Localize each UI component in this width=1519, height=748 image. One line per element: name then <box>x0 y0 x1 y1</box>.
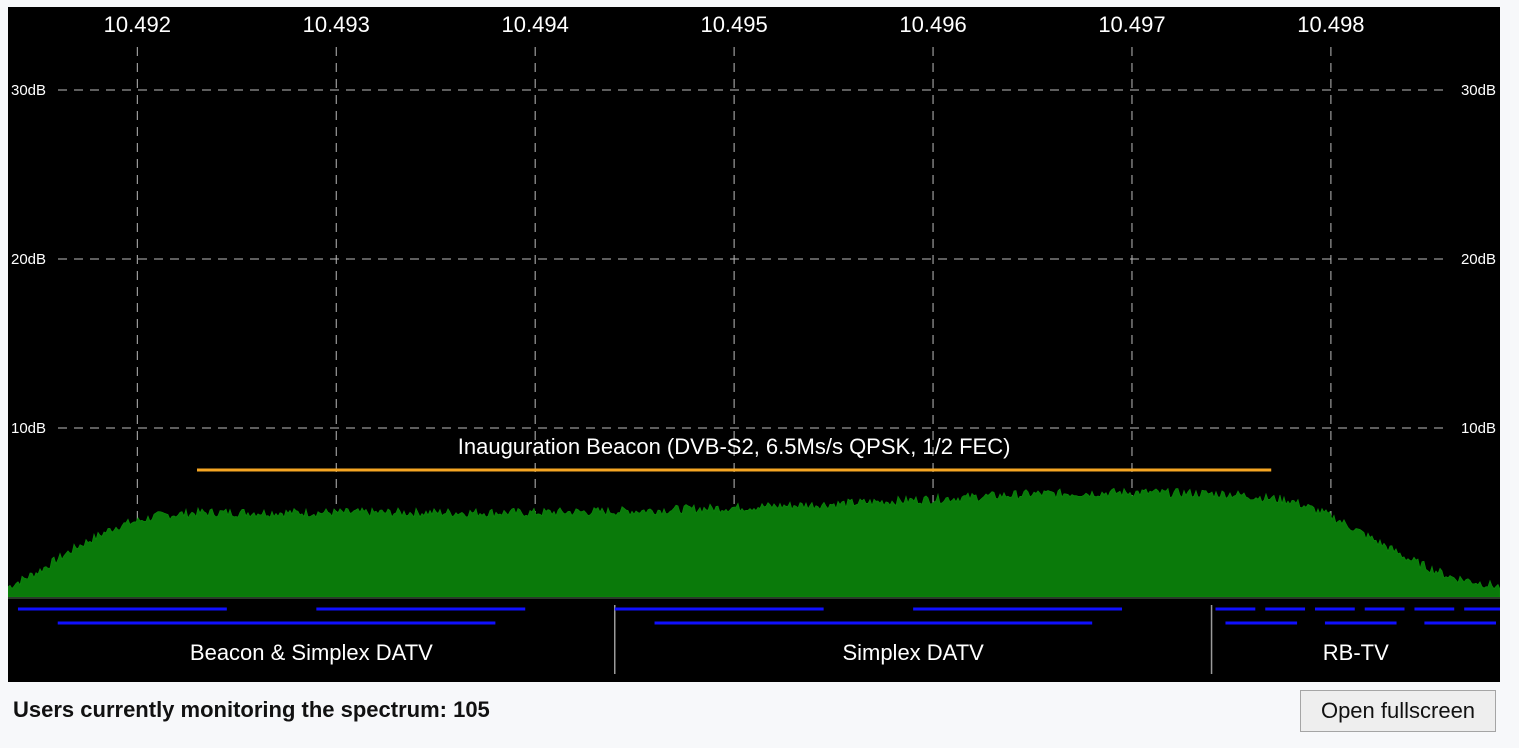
freq-tick-label: 10.497 <box>1098 12 1165 37</box>
freq-tick-label: 10.493 <box>303 12 370 37</box>
spectrum-chart: Inauguration Beacon (DVB-S2, 6.5Ms/s QPS… <box>8 12 1500 674</box>
db-tick-label-left: 30dB <box>11 82 46 99</box>
freq-tick-label: 10.496 <box>899 12 966 37</box>
spectrum-panel: Inauguration Beacon (DVB-S2, 6.5Ms/s QPS… <box>8 7 1500 682</box>
signal-spectrum <box>8 487 1500 599</box>
band-plan: Beacon & Simplex DATV Simplex DATV RB-TV <box>190 605 1389 674</box>
freq-tick-label: 10.495 <box>700 12 767 37</box>
band-label: Simplex DATV <box>842 640 984 665</box>
db-tick-label-right: 10dB <box>1461 420 1496 437</box>
db-tick-label-right: 30dB <box>1461 82 1496 99</box>
users-monitoring-count: Users currently monitoring the spectrum:… <box>13 697 490 722</box>
db-tick-label-right: 20dB <box>1461 251 1496 268</box>
db-tick-label-left: 10dB <box>11 420 46 437</box>
freq-tick-label: 10.498 <box>1297 12 1364 37</box>
channel-allocations <box>17 607 1500 625</box>
open-fullscreen-button[interactable]: Open fullscreen <box>1300 690 1496 732</box>
band-label: RB-TV <box>1323 640 1389 665</box>
signal-area <box>8 487 1500 598</box>
beacon-label: Inauguration Beacon (DVB-S2, 6.5Ms/s QPS… <box>458 434 1011 459</box>
freq-tick-label: 10.492 <box>104 12 171 37</box>
band-label: Beacon & Simplex DATV <box>190 640 433 665</box>
axis-labels: 10.492 10.493 10.494 10.495 10.496 10.497 10.4… <box>11 12 1496 437</box>
db-tick-label-left: 20dB <box>11 251 46 268</box>
freq-tick-label: 10.494 <box>502 12 569 37</box>
